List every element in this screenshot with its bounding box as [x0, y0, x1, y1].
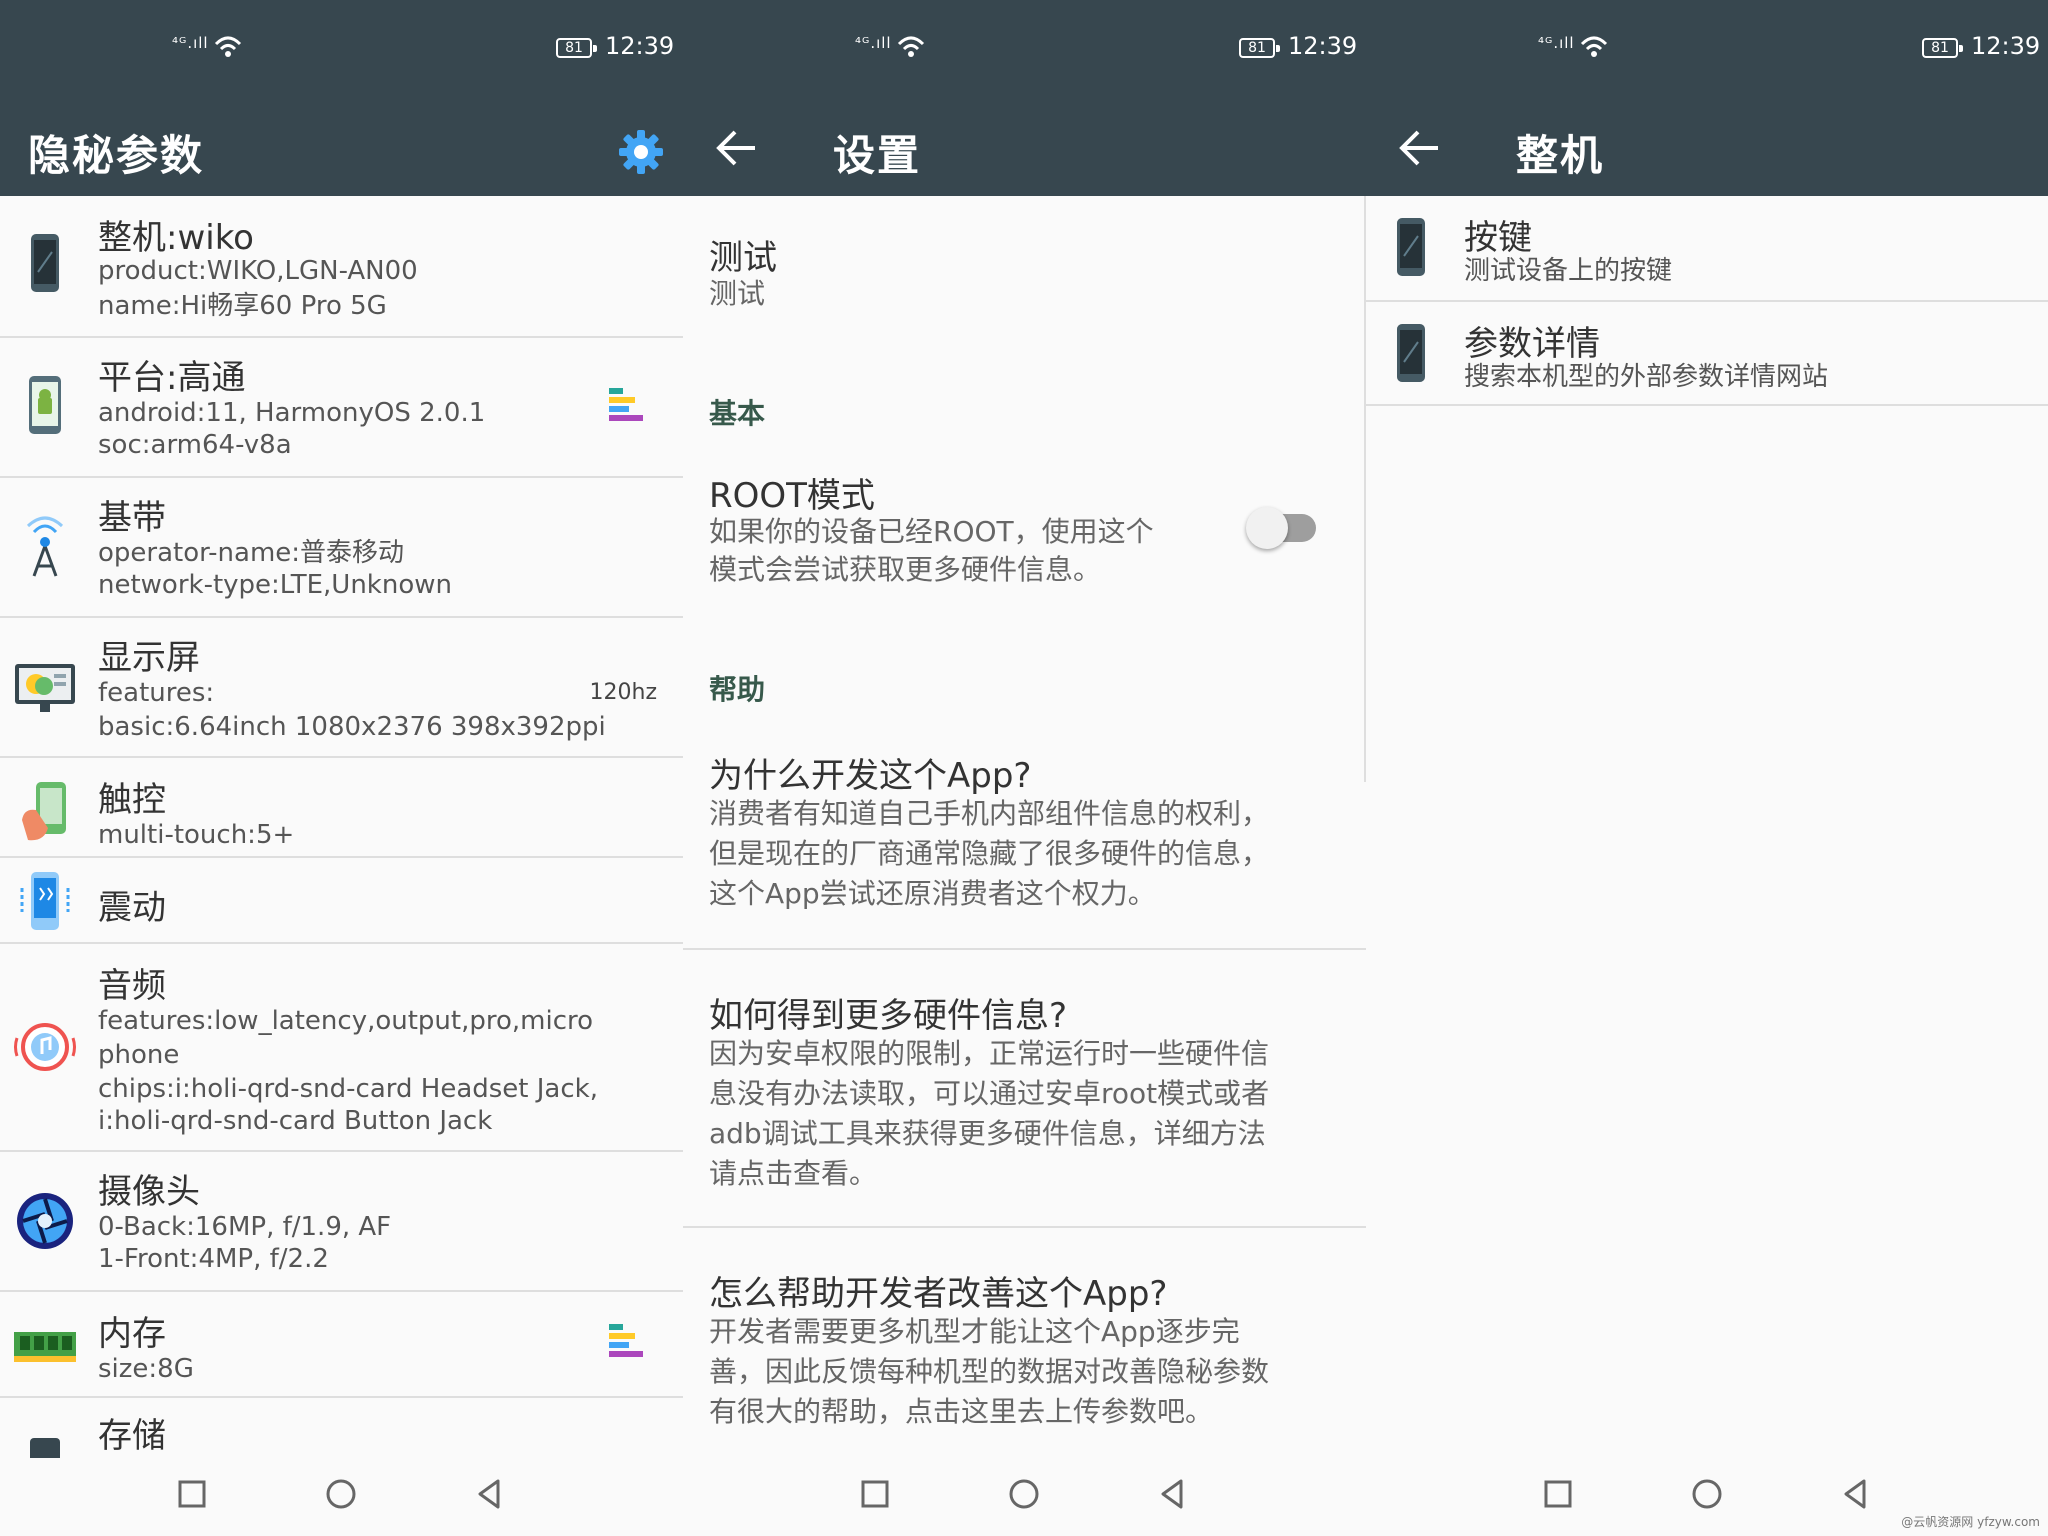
- stats-bars-icon[interactable]: [609, 1324, 645, 1360]
- back-nav-icon[interactable]: [1153, 1474, 1193, 1514]
- battery-indicator: 81: [1922, 38, 1963, 58]
- back-arrow-icon[interactable]: [715, 128, 757, 168]
- touch-icon: [22, 782, 66, 841]
- list-item-display[interactable]: 显示屏 features: basic:6.64inch 1080x2376 3…: [0, 618, 683, 758]
- device-list: 按键 测试设备上的按键 参数详情 搜索本机型的外部参数详情网站: [1366, 196, 2048, 1536]
- app-bar: 隐秘参数: [0, 100, 683, 196]
- panel-divider: [1364, 196, 1366, 782]
- status-bar: ⁴ᴳ.ıll 81 12:39: [0, 0, 683, 100]
- help-item-why[interactable]: 为什么开发这个App? 消费者有知道自己手机内部组件信息的权利， 但是现在的厂商…: [683, 736, 1366, 936]
- info-list: 整机:wiko product:WIKO,LGN-AN00 name:Hi畅享6…: [0, 196, 683, 1536]
- back-nav-icon[interactable]: [470, 1474, 510, 1514]
- wifi-icon: [214, 36, 242, 57]
- device-screen: ⁴ᴳ.ıll 81 12:39 整机 按键 测试设备上的按键 参数详情 搜索本机…: [1366, 0, 2048, 1536]
- list-item-param-details[interactable]: 参数详情 搜索本机型的外部参数详情网站: [1366, 302, 2048, 406]
- back-nav-icon[interactable]: [1836, 1474, 1876, 1514]
- battery-indicator: 81: [1239, 38, 1280, 58]
- phone-icon: [31, 234, 59, 292]
- settings-screen: ⁴ᴳ.ıll 81 12:39 设置 测试 测试 基本 ROOT模式 如果你的设…: [683, 0, 1366, 1536]
- clock: 12:39: [1288, 32, 1358, 60]
- list-item-memory[interactable]: 内存 size:8G: [0, 1292, 683, 1398]
- system-nav-bar: [0, 1458, 683, 1536]
- vibration-icon: [20, 872, 70, 930]
- main-screen: ⁴ᴳ.ıll 81 12:39 隐秘参数 整机:wiko product:WIK…: [0, 0, 683, 1536]
- help-item-more-info[interactable]: 如何得到更多硬件信息? 因为安卓权限的限制，正常运行时一些硬件信 息没有办法读取…: [683, 976, 1366, 1216]
- divider: [683, 948, 1366, 950]
- status-bar: ⁴ᴳ.ıll 81 12:39: [683, 0, 1366, 100]
- battery-indicator: 81: [556, 38, 597, 58]
- section-header-basic: 基本: [709, 397, 766, 430]
- antenna-icon: [26, 516, 64, 577]
- recents-icon[interactable]: [855, 1474, 895, 1514]
- wifi-icon: [1580, 36, 1608, 57]
- settings-list: 测试 测试 基本 ROOT模式 如果你的设备已经ROOT，使用这个 模式会尝试获…: [683, 196, 1366, 1536]
- camera-icon: [17, 1193, 73, 1249]
- audio-icon: [14, 1023, 76, 1071]
- page-title: 设置: [833, 131, 922, 180]
- app-bar: 设置: [683, 100, 1366, 196]
- recents-icon[interactable]: [1538, 1474, 1578, 1514]
- list-item-keys[interactable]: 按键 测试设备上的按键: [1366, 196, 2048, 302]
- settings-gear-icon[interactable]: [617, 128, 665, 176]
- setting-root-mode[interactable]: ROOT模式 如果你的设备已经ROOT，使用这个 模式会尝试获取更多硬件信息。: [683, 456, 1366, 606]
- phone-icon: [1397, 218, 1425, 276]
- recents-icon[interactable]: [172, 1474, 212, 1514]
- android-icon: [29, 376, 61, 434]
- root-mode-toggle[interactable]: [1246, 507, 1316, 549]
- page-title: 隐秘参数: [28, 131, 205, 180]
- page-title: 整机: [1516, 131, 1605, 180]
- list-item-vibration[interactable]: 震动: [0, 858, 683, 944]
- signal-icon: ⁴ᴳ.ıll: [172, 34, 209, 52]
- list-item-touch[interactable]: 触控 multi-touch:5+: [0, 758, 683, 858]
- divider: [683, 1226, 1366, 1228]
- list-item-camera[interactable]: 摄像头 0-Back:16MP, f/1.9, AF 1-Front:4MP, …: [0, 1152, 683, 1292]
- list-item-audio[interactable]: 音频 features:low_latency,output,pro,micro…: [0, 944, 683, 1152]
- app-bar: 整机: [1366, 100, 2048, 196]
- list-item-platform[interactable]: 平台:高通 android:11, HarmonyOS 2.0.1 soc:ar…: [0, 338, 683, 478]
- home-icon[interactable]: [321, 1474, 361, 1514]
- watermark: @云帆资源网 yfzyw.com: [1901, 1515, 2040, 1529]
- monitor-icon: [15, 664, 75, 712]
- clock: 12:39: [605, 32, 675, 60]
- help-item-contribute[interactable]: 怎么帮助开发者改善这个App? 开发者需要更多机型才能让这个App逐步完 善，因…: [683, 1254, 1366, 1464]
- home-icon[interactable]: [1687, 1474, 1727, 1514]
- stats-bars-icon[interactable]: [609, 388, 645, 424]
- memory-icon: [14, 1332, 76, 1362]
- signal-icon: ⁴ᴳ.ıll: [1538, 34, 1575, 52]
- section-header-help: 帮助: [709, 673, 766, 706]
- status-bar: ⁴ᴳ.ıll 81 12:39: [1366, 0, 2048, 100]
- screenshot-composite: ⁴ᴳ.ıll 81 12:39 隐秘参数 整机:wiko product:WIK…: [0, 0, 2048, 1536]
- system-nav-bar: [683, 1458, 1366, 1536]
- clock: 12:39: [1971, 32, 2041, 60]
- refresh-rate-label: 120hz: [589, 680, 657, 705]
- list-item-baseband[interactable]: 基带 operator-name:普泰移动 network-type:LTE,U…: [0, 478, 683, 618]
- wifi-icon: [897, 36, 925, 57]
- back-arrow-icon[interactable]: [1398, 128, 1440, 168]
- phone-icon: [1397, 324, 1425, 382]
- home-icon[interactable]: [1004, 1474, 1044, 1514]
- list-item-device[interactable]: 整机:wiko product:WIKO,LGN-AN00 name:Hi畅享6…: [0, 196, 683, 338]
- setting-test[interactable]: 测试 测试: [683, 216, 1366, 326]
- signal-icon: ⁴ᴳ.ıll: [855, 34, 892, 52]
